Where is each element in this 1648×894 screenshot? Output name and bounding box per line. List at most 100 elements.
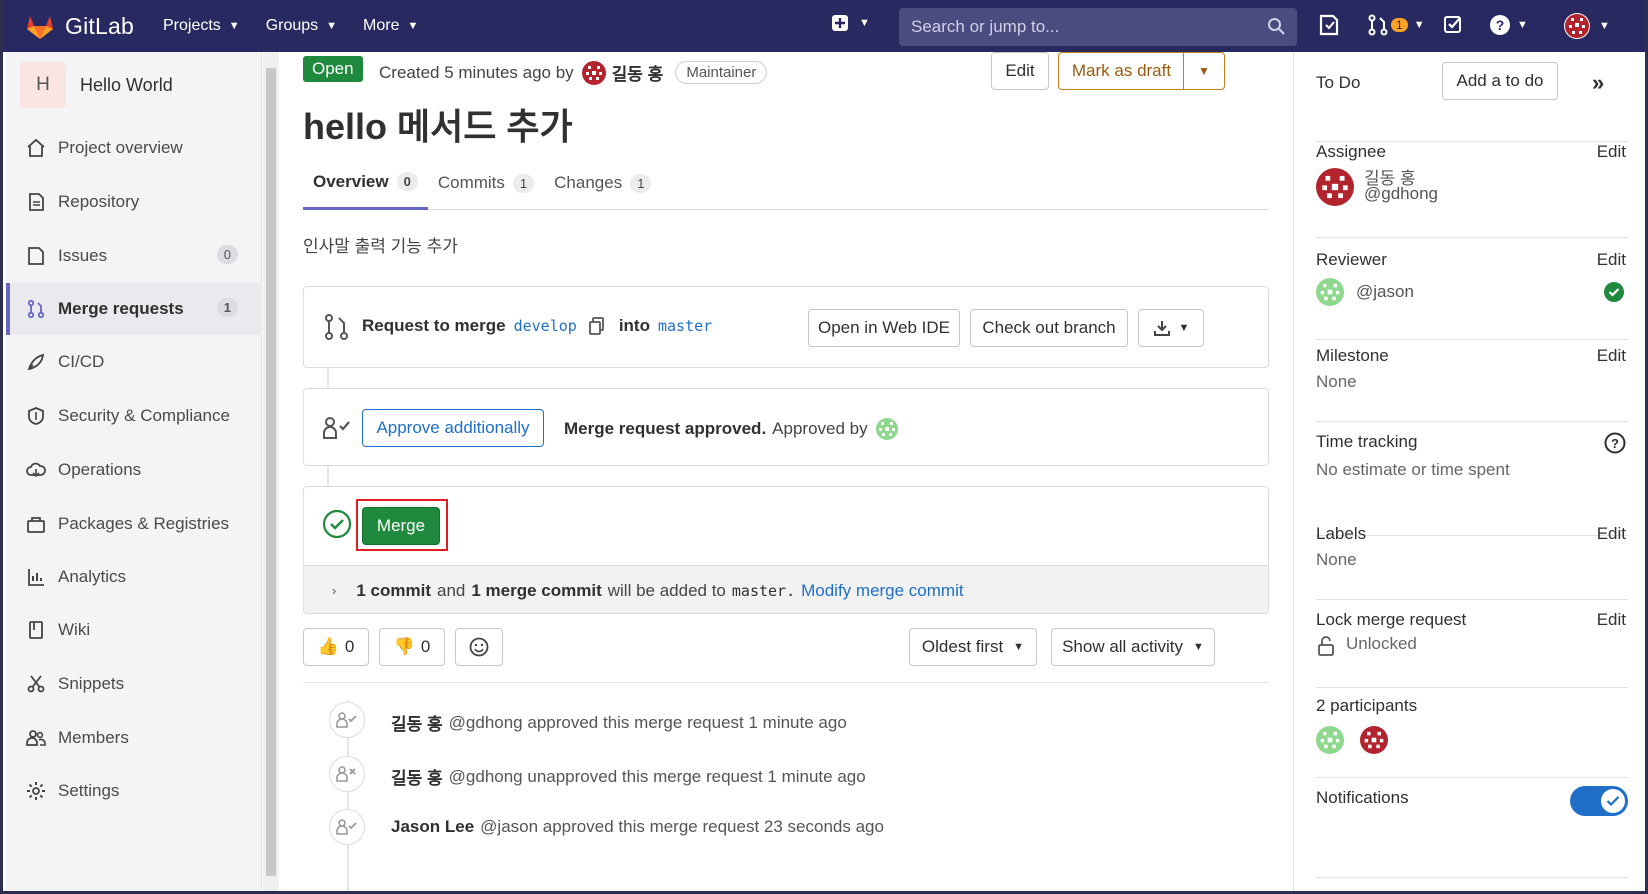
activity-author[interactable]: 길동 홍 (391, 710, 443, 735)
merge-button[interactable]: Merge (362, 507, 440, 545)
sidebar-item-issues[interactable]: Issues 0 (6, 230, 262, 282)
approver-avatar-icon[interactable] (875, 418, 898, 440)
assignee-edit-link[interactable]: Edit (1597, 142, 1626, 162)
target-branch[interactable]: master (658, 317, 712, 335)
sidebar-item-wiki[interactable]: Wiki (6, 604, 262, 656)
sidebar-item-repository[interactable]: Repository (6, 176, 262, 228)
tab-changes-label: Changes (554, 173, 623, 192)
svg-text:?: ? (1496, 17, 1505, 33)
more-actions-dropdown[interactable]: ▼ (1183, 52, 1225, 90)
activity-filter-dropdown[interactable]: Show all activity ▼ (1051, 628, 1215, 666)
activity-author[interactable]: Jason Lee (391, 817, 474, 837)
author-avatar-icon[interactable] (581, 60, 606, 85)
lock-block: Lock merge request Edit Unlocked (1316, 610, 1628, 688)
lock-value: Unlocked (1346, 634, 1417, 653)
merge-requests-nav-button[interactable]: 1 ▼ (1367, 14, 1425, 36)
sidebar-scrollbar[interactable] (263, 52, 279, 891)
role-badge: Maintainer (675, 61, 768, 84)
milestone-edit-link[interactable]: Edit (1597, 346, 1626, 366)
sidebar-item-label: Snippets (58, 674, 125, 693)
reviewer-block: Reviewer Edit @jason (1316, 250, 1628, 340)
add-reaction-button[interactable] (455, 628, 503, 666)
sidebar-item-security-compliance[interactable]: Security & Compliance (6, 390, 262, 442)
gitlab-logo[interactable]: GitLab (25, 12, 143, 40)
activity-author[interactable]: 길동 홍 (391, 764, 443, 789)
reviewer-edit-link[interactable]: Edit (1597, 250, 1626, 270)
issues-icon (28, 247, 44, 265)
labels-block: Labels Edit None (1316, 524, 1628, 600)
timeline-connector (327, 368, 329, 388)
doc-icon (29, 193, 44, 211)
notifications-toggle[interactable] (1570, 786, 1628, 816)
participant-avatar-icon[interactable] (1360, 726, 1388, 759)
author-name[interactable]: 길동 홍 (612, 60, 664, 85)
sidebar-item-snippets[interactable]: Snippets (6, 658, 262, 710)
assignee-username: @gdhong (1364, 184, 1438, 203)
more-menu-label: More (363, 17, 400, 34)
chevron-down-icon: ▼ (1413, 19, 1425, 31)
tab-commits[interactable]: Commits 1 (428, 156, 544, 210)
assignee-label: Assignee (1316, 142, 1386, 161)
modify-merge-commit-link[interactable]: Modify merge commit (801, 581, 963, 601)
open-web-ide-button[interactable]: Open in Web IDE (808, 309, 960, 347)
copy-icon[interactable] (588, 317, 605, 335)
project-sidebar: H Hello World Project overview Repository… (6, 52, 262, 891)
lock-edit-link[interactable]: Edit (1597, 610, 1626, 630)
shield-icon (28, 407, 44, 425)
thumbs-down-count: 0 (420, 637, 431, 656)
user-menu-button[interactable]: ▼ (1563, 12, 1610, 40)
time-tracking-block: Time tracking ? No estimate or time spen… (1316, 432, 1628, 536)
scrollbar-thumb[interactable] (266, 68, 276, 876)
download-dropdown[interactable]: ▼ (1138, 309, 1204, 347)
participant-avatar-icon[interactable] (1316, 726, 1344, 759)
reviewer-label: Reviewer (1316, 250, 1387, 269)
merge-request-icon (1368, 14, 1388, 36)
approved-activity-icon (329, 809, 365, 845)
sidebar-item-label: Members (58, 728, 129, 747)
checkout-branch-button[interactable]: Check out branch (970, 309, 1128, 347)
issues-nav-button[interactable] (1319, 14, 1339, 36)
sidebar-item-members[interactable]: Members (6, 712, 262, 764)
sidebar-item-label: Issues (58, 246, 108, 265)
assignee-avatar-icon[interactable] (1316, 168, 1354, 211)
sidebar-item-ci-cd[interactable]: CI/CD (6, 336, 262, 388)
todos-nav-button[interactable] (1443, 14, 1463, 34)
search-input[interactable]: Search or jump to... (899, 8, 1297, 46)
sidebar-item-label: CI/CD (58, 352, 105, 371)
approved-check-icon (1604, 282, 1624, 302)
sidebar-item-settings[interactable]: Settings (6, 765, 262, 817)
groups-menu[interactable]: Groups ▼ (266, 17, 337, 35)
more-menu[interactable]: More ▼ (363, 17, 418, 35)
collapse-sidebar-icon[interactable]: » (1592, 70, 1604, 96)
thumbs-up-button[interactable]: 👍 0 (303, 628, 369, 666)
reviewer-avatar-icon[interactable] (1316, 278, 1344, 311)
reviewer-username[interactable]: @jason (1356, 282, 1414, 302)
sidebar-item-merge-requests[interactable]: Merge requests 1 (6, 283, 262, 335)
sidebar-item-project-overview[interactable]: Project overview (6, 122, 262, 174)
mr-right-sidebar: To Do Add a to do » Assignee Edit 길동 홍 @… (1293, 52, 1645, 891)
sidebar-item-operations[interactable]: Operations (6, 444, 262, 496)
chevron-right-icon[interactable]: › (332, 583, 336, 598)
commit-target-branch: master. (731, 581, 796, 600)
labels-edit-link[interactable]: Edit (1597, 524, 1626, 544)
approve-additionally-button[interactable]: Approve additionally (362, 409, 544, 447)
source-branch[interactable]: develop (514, 317, 577, 335)
sidebar-item-analytics[interactable]: Analytics (6, 551, 262, 603)
thumbs-down-button[interactable]: 👎 0 (379, 628, 445, 666)
tab-overview[interactable]: Overview 0 (303, 156, 428, 210)
sidebar-item-packages-registries[interactable]: Packages & Registries (6, 498, 262, 550)
mark-as-draft-button[interactable]: Mark as draft (1058, 52, 1184, 90)
add-todo-button[interactable]: Add a to do (1442, 62, 1558, 100)
project-header[interactable]: H Hello World (6, 56, 261, 114)
help-icon[interactable]: ? (1604, 432, 1626, 454)
unlock-icon (1318, 636, 1334, 656)
merge-request-icon (27, 299, 45, 319)
edit-button[interactable]: Edit (991, 52, 1049, 90)
new-menu-button[interactable]: ▼ (831, 14, 870, 32)
help-menu-button[interactable]: ? ▼ (1489, 14, 1528, 36)
projects-menu[interactable]: Projects ▼ (163, 17, 240, 35)
sort-dropdown[interactable]: Oldest first ▼ (909, 628, 1037, 666)
user-avatar-icon (1564, 13, 1590, 39)
tab-commits-count: 1 (512, 173, 535, 193)
tab-changes[interactable]: Changes 1 (544, 156, 661, 210)
